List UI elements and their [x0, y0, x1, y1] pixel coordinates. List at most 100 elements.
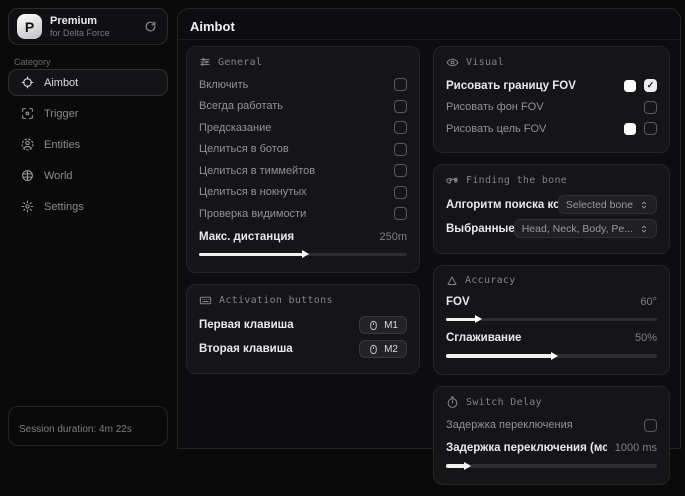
keybind-row-second: Вторая клавиша M2 [199, 337, 407, 361]
checkbox[interactable]: ✓ [644, 122, 657, 135]
keybind-value: M2 [384, 344, 398, 355]
selected-bones-select[interactable]: Head, Neck, Body, Pe... [514, 219, 657, 238]
main-header: Aimbot [178, 9, 680, 40]
gear-icon [21, 200, 34, 213]
viewfinder-icon [21, 107, 34, 120]
slider-fill [199, 253, 303, 257]
mouse-icon [368, 344, 379, 355]
smoothing-slider[interactable] [446, 354, 657, 358]
panel-title: Activation buttons [219, 295, 333, 306]
dropdown-label: Алгоритм поиска костей [446, 199, 572, 211]
slider-label: Сглаживание [446, 332, 521, 344]
slider-handle[interactable] [302, 250, 309, 258]
slider-fill [446, 354, 552, 358]
keybind-row-first: Первая клавиша M1 [199, 313, 407, 337]
sliders-icon [199, 56, 211, 68]
slider-label: FOV [446, 296, 470, 308]
toggle-row-enable: Включить ✓ [199, 74, 407, 96]
checkbox[interactable]: ✓ [394, 100, 407, 113]
sidebar-item-settings[interactable]: Settings [8, 193, 168, 220]
toggle-label: Предсказание [199, 122, 271, 134]
panel-visual: Visual Рисовать границу FOV ✓ Рисовать ф… [433, 46, 670, 153]
checkbox[interactable]: ✓ [394, 143, 407, 156]
sidebar-item-entities[interactable]: Entities [8, 131, 168, 158]
toggle-label: Задержка переключения [446, 419, 573, 431]
max-distance-slider[interactable] [199, 253, 407, 257]
sidebar-item-label: World [44, 170, 73, 182]
checkbox[interactable]: ✓ [394, 121, 407, 134]
checkbox[interactable]: ✓ [394, 78, 407, 91]
bone-icon [446, 174, 459, 187]
slider-label: Задержка переключения (мс) [446, 442, 607, 454]
keybind-value: M1 [384, 320, 398, 331]
slider-handle[interactable] [475, 315, 482, 323]
eye-icon [446, 56, 459, 69]
main-panel: Aimbot General Включить ✓ [177, 8, 681, 449]
brand-title: Premium [50, 15, 144, 28]
unfold-icon [639, 200, 649, 210]
slider-fill [446, 318, 476, 322]
brand-subtitle: for Delta Force [50, 28, 144, 38]
checkbox[interactable]: ✓ [644, 79, 657, 92]
panel-finding-the-bone: Finding the bone Алгоритм поиска костей … [433, 164, 670, 254]
slider-fill [446, 464, 465, 468]
visual-row-fov-border: Рисовать границу FOV ✓ [446, 75, 657, 97]
slider-value: 60° [640, 296, 657, 308]
checkbox[interactable]: ✓ [644, 101, 657, 114]
slider-value: 250m [379, 231, 407, 243]
bone-algorithm-row: Алгоритм поиска костей Selected bone [446, 193, 657, 217]
session-duration: Session duration: 4m 22s [8, 406, 168, 446]
timer-icon [446, 396, 459, 409]
crosshair-icon [21, 76, 34, 89]
toggle-row-target-knocked: Целиться в нокнутых ✓ [199, 182, 407, 204]
sidebar-item-aimbot[interactable]: Aimbot [8, 69, 168, 96]
sidebar-item-label: Aimbot [44, 77, 78, 89]
keybind-label: Первая клавиша [199, 319, 294, 331]
entities-icon [21, 138, 34, 151]
sidebar-item-world[interactable]: World [8, 162, 168, 189]
toggle-label: Проверка видимости [199, 208, 306, 220]
toggle-label: Целиться в ботов [199, 143, 289, 155]
toggle-row-target-bots: Целиться в ботов ✓ [199, 139, 407, 161]
toggle-row-target-teammates: Целиться в тиммейтов ✓ [199, 160, 407, 182]
sidebar-item-trigger[interactable]: Trigger [8, 100, 168, 127]
triangle-icon [446, 275, 458, 287]
slider-handle[interactable] [464, 462, 471, 470]
checkbox[interactable]: ✓ [394, 186, 407, 199]
panel-title: Visual [466, 57, 504, 68]
checkbox[interactable]: ✓ [394, 207, 407, 220]
switch-delay-toggle-row: Задержка переключения ✓ [446, 415, 657, 437]
color-swatch[interactable] [624, 123, 636, 135]
dropdown-value: Head, Neck, Body, Pe... [522, 223, 633, 235]
checkbox[interactable]: ✓ [644, 419, 657, 432]
sidebar-item-label: Settings [44, 201, 84, 213]
toggle-label: Целиться в тиммейтов [199, 165, 315, 177]
reload-icon[interactable] [144, 20, 157, 33]
switch-delay-slider[interactable] [446, 464, 657, 468]
dropdown-value: Selected bone [566, 199, 633, 211]
sidebar-nav: Aimbot Trigger Entities [8, 69, 168, 224]
panel-accuracy: Accuracy FOV 60° Сглаживание 50% [433, 265, 670, 375]
keybind-button-m1[interactable]: M1 [359, 316, 407, 334]
toggle-label: Включить [199, 79, 248, 91]
unfold-icon [639, 224, 649, 234]
panel-general: General Включить ✓ Всегда работать ✓ Пре… [186, 46, 420, 273]
color-swatch[interactable] [624, 80, 636, 92]
fov-slider[interactable] [446, 318, 657, 322]
visual-label: Рисовать фон FOV [446, 101, 544, 113]
slider-handle[interactable] [551, 352, 558, 360]
checkbox[interactable]: ✓ [394, 164, 407, 177]
visual-label: Рисовать цель FOV [446, 123, 546, 135]
globe-icon [21, 169, 34, 182]
sidebar: P Premium for Delta Force Category Aimbo… [0, 0, 177, 449]
toggle-row-prediction: Предсказание ✓ [199, 117, 407, 139]
fov-row: FOV 60° [446, 293, 657, 311]
sidebar-item-label: Trigger [44, 108, 78, 120]
visual-row-fov-target: Рисовать цель FOV ✓ [446, 118, 657, 140]
visual-row-fov-background: Рисовать фон FOV ✓ [446, 97, 657, 119]
bone-algorithm-select[interactable]: Selected bone [558, 195, 657, 214]
app-logo: P [17, 14, 42, 39]
visual-label: Рисовать границу FOV [446, 80, 576, 92]
keybind-button-m2[interactable]: M2 [359, 340, 407, 358]
bone-selected-row: Выбранные кости Head, Neck, Body, Pe... [446, 217, 657, 241]
